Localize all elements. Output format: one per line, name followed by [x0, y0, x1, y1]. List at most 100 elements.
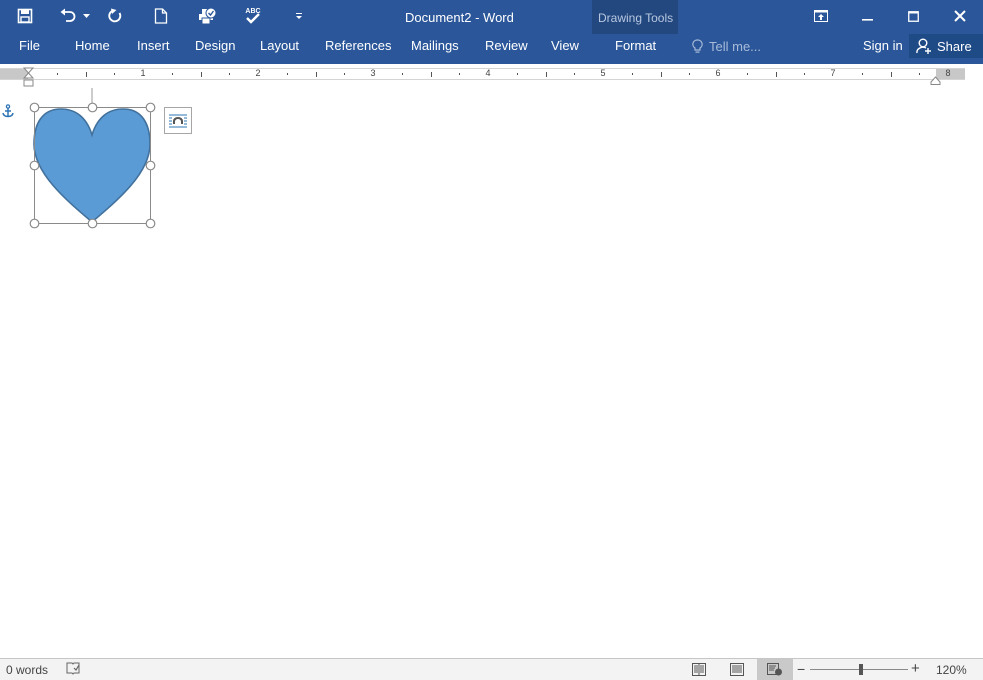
redo-button[interactable]	[107, 5, 123, 27]
undo-dropdown-button[interactable]	[83, 5, 90, 27]
zoom-level[interactable]: 120%	[936, 663, 967, 677]
resize-handle-right[interactable]	[145, 160, 156, 171]
close-icon	[954, 10, 966, 22]
ruler-tick	[315, 72, 317, 77]
tab-file[interactable]: File	[19, 38, 40, 53]
chevron-down-icon	[83, 13, 90, 18]
maximize-icon	[907, 10, 919, 22]
minimize-icon	[861, 18, 873, 21]
save-button[interactable]	[17, 5, 33, 27]
ruler-tick	[114, 73, 116, 75]
print-layout-button[interactable]	[719, 659, 755, 680]
resize-handle-top[interactable]	[87, 102, 98, 113]
ruler-tick	[631, 73, 633, 75]
ruler-tick	[804, 73, 806, 75]
ruler-tick	[171, 73, 173, 75]
ruler-tick	[401, 73, 403, 75]
ruler-tick	[200, 72, 202, 77]
ruler-number: 1	[140, 68, 146, 78]
tell-me-placeholder: Tell me...	[709, 38, 762, 54]
ruler-tick	[430, 72, 432, 77]
resize-handle-bottom-right[interactable]	[145, 218, 156, 229]
zoom-slider-thumb[interactable]	[859, 664, 863, 675]
indent-marker-icon	[22, 67, 35, 87]
resize-handle-left[interactable]	[29, 160, 40, 171]
ruler-number: 8	[945, 68, 951, 78]
tab-format[interactable]: Format	[615, 38, 656, 53]
tell-me-search[interactable]: Tell me...	[692, 37, 761, 55]
tab-view[interactable]: View	[551, 38, 579, 53]
ruler-tick	[919, 73, 921, 75]
selected-shape[interactable]	[28, 88, 158, 230]
word-count[interactable]: 0 words	[6, 663, 48, 677]
maximize-button[interactable]	[890, 0, 936, 32]
ruler-number: 7	[830, 68, 836, 78]
ruler-number: 5	[600, 68, 606, 78]
tab-review[interactable]: Review	[485, 38, 528, 53]
ruler-tick	[890, 72, 892, 77]
resize-handle-top-left[interactable]	[29, 102, 40, 113]
ruler-tick	[545, 72, 547, 77]
sign-in-link[interactable]: Sign in	[863, 38, 903, 53]
print-preview-icon	[199, 7, 217, 25]
right-indent-icon	[930, 76, 941, 85]
ruler-number: 3	[370, 68, 376, 78]
ribbon-tabs: File Home Insert Design Layout Reference…	[0, 34, 983, 60]
resize-handle-bottom[interactable]	[87, 218, 98, 229]
ruler-tick	[861, 73, 863, 75]
zoom-out-button[interactable]: −	[797, 661, 805, 677]
lightbulb-icon	[692, 38, 703, 53]
new-document-button[interactable]	[154, 5, 168, 27]
layout-options-icon	[169, 114, 187, 127]
title-bar: ABC Document2 - Word	[0, 0, 983, 34]
share-label: Share	[937, 38, 972, 54]
ruler-tick	[286, 73, 288, 75]
proofing-button[interactable]	[66, 662, 81, 679]
new-document-icon	[154, 8, 168, 24]
spelling-check-icon: ABC	[245, 8, 261, 24]
customize-qat-button[interactable]	[295, 5, 303, 27]
document-title: Document2 - Word	[405, 10, 514, 25]
undo-icon	[60, 8, 76, 22]
status-bar: 0 words − + 120%	[0, 658, 983, 680]
resize-handle-bottom-left[interactable]	[29, 218, 40, 229]
zoom-in-button[interactable]: +	[911, 660, 920, 677]
ruler-tick	[574, 73, 576, 75]
print-layout-icon	[730, 663, 744, 676]
ruler-tick	[56, 73, 58, 75]
tab-home[interactable]: Home	[75, 38, 110, 53]
tab-design[interactable]: Design	[195, 38, 235, 53]
share-button[interactable]: Share	[909, 34, 983, 58]
read-mode-button[interactable]	[681, 659, 717, 680]
tab-mailings[interactable]: Mailings	[411, 38, 459, 53]
ruler-tick	[459, 73, 461, 75]
ruler-tick	[229, 73, 231, 75]
save-icon	[17, 8, 33, 24]
tab-insert[interactable]: Insert	[137, 38, 170, 53]
ruler-number: 2	[255, 68, 261, 78]
heart-shape[interactable]	[33, 108, 151, 224]
ruler-tick	[775, 72, 777, 77]
ruler-tick	[746, 73, 748, 75]
ruler-tick	[660, 72, 662, 77]
ruler-tick	[85, 72, 87, 77]
ruler-number: 4	[485, 68, 491, 78]
close-button[interactable]	[937, 0, 983, 32]
spelling-button[interactable]: ABC	[244, 5, 262, 27]
web-layout-icon	[767, 663, 782, 676]
web-layout-button[interactable]	[757, 659, 793, 680]
print-preview-button[interactable]	[198, 5, 218, 27]
ribbon-display-options-button[interactable]	[798, 0, 844, 32]
horizontal-ruler[interactable]: 1 2 3 4 5 6 7 8	[0, 68, 965, 80]
contextual-group-label: Drawing Tools	[598, 11, 674, 25]
tab-references[interactable]: References	[325, 38, 391, 53]
undo-button[interactable]	[59, 5, 77, 27]
customize-qat-icon	[296, 13, 302, 19]
ruler-tick	[516, 73, 518, 75]
ruler-number: 6	[715, 68, 721, 78]
tab-layout[interactable]: Layout	[260, 38, 299, 53]
layout-options-button[interactable]	[164, 107, 192, 134]
resize-handle-top-right[interactable]	[145, 102, 156, 113]
proofing-book-icon	[66, 662, 80, 675]
minimize-button[interactable]	[844, 0, 890, 32]
